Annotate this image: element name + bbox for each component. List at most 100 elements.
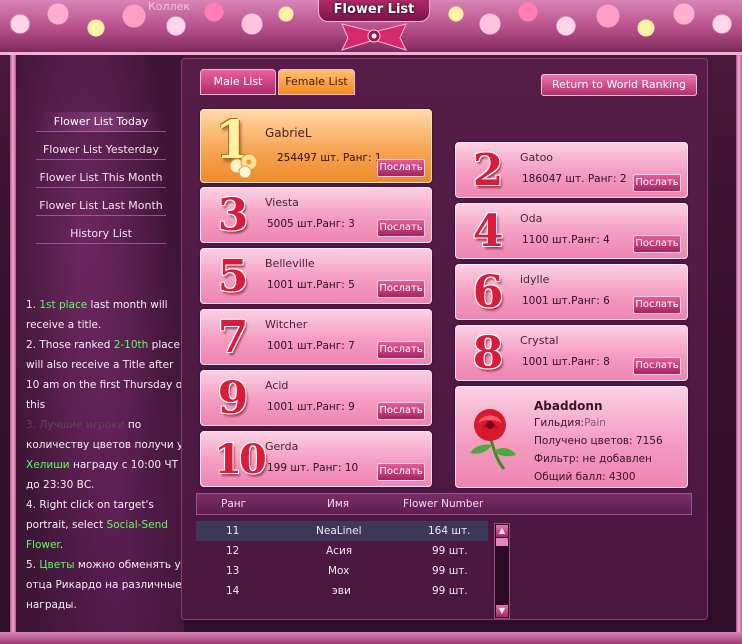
rank-4-count: 1100 шт.Ранг: 4: [522, 234, 610, 246]
player-guild: Гильдия:Pain: [534, 417, 606, 429]
bottom-frame: [0, 632, 742, 644]
rank-card-4[interactable]: 4 Oda 1100 шт.Ранг: 4 Послать: [455, 203, 688, 259]
rank-10-name: Gerda: [265, 440, 299, 453]
player-info-card: Abaddonn Гильдия:Pain Получено цветов: 7…: [455, 386, 688, 488]
rank-8-count-value: 1001 шт.: [522, 356, 572, 368]
rule-2: 2. Those ranked 2-10th place will also r…: [26, 335, 186, 415]
rank-4-count-value: 1100 шт.: [522, 234, 572, 246]
send-flower-button-4[interactable]: Послать: [633, 235, 681, 253]
rank-card-3[interactable]: 3 Viesta 5005 шт.Ранг: 3 Послать: [200, 187, 432, 243]
rank-card-2[interactable]: 2 Gatoo 186047 шт. Ранг: 2 Послать: [455, 142, 688, 198]
rank-5-rank: Ранг: 5: [316, 279, 355, 291]
rank-4-name: Oda: [520, 212, 543, 225]
row-rank: 12: [226, 545, 240, 557]
rank-1-rank: Ранг: 1: [342, 152, 382, 164]
rule-1: 1. 1st place last month will receive a t…: [26, 295, 186, 335]
player-received: Получено цветов: 7156: [534, 435, 663, 447]
rank-1-name: GabrieL: [265, 126, 312, 140]
table-row[interactable]: 11 NeaLinel 164 шт.: [196, 521, 488, 541]
rank-8-name: Crystal: [520, 334, 559, 347]
rule-3-highlight[interactable]: Хелиши: [26, 459, 70, 471]
scroll-thumb[interactable]: [496, 538, 508, 546]
rank-10-rank: Ранг: 10: [312, 462, 359, 474]
rule-3-ghost: 3. Лучшие игроки: [26, 419, 125, 431]
rank-2-rank: Ранг: 2: [587, 173, 627, 185]
rank-number-6: 6: [472, 267, 504, 318]
row-count: 99 шт.: [432, 545, 468, 557]
rank-7-count-value: 1001 шт.: [267, 340, 317, 352]
nav-history-list[interactable]: History List: [36, 224, 166, 244]
ranking-table-body: 11 NeaLinel 164 шт. 12 Асия 99 шт. 13 Mo…: [196, 521, 492, 617]
rank-1-count: 254497 шт. Ранг: 1: [277, 152, 382, 164]
rank-card-6[interactable]: 6 idylle 1001 шт.Ранг: 6 Послать: [455, 264, 688, 320]
table-row[interactable]: 14 эви 99 шт.: [196, 581, 488, 601]
rank-3-count: 5005 шт.Ранг: 3: [267, 218, 355, 230]
send-flower-button-9[interactable]: Послать: [377, 402, 425, 420]
column-rank: Ранг: [221, 498, 247, 510]
nav-flower-list-yesterday[interactable]: Flower List Yesterday: [36, 140, 166, 160]
send-flower-button-1[interactable]: Послать: [377, 159, 425, 177]
nav-flower-list-this-month[interactable]: Flower List This Month: [36, 168, 166, 188]
row-name: Mox: [328, 565, 350, 577]
rule-2-highlight: 2-10th: [113, 339, 149, 351]
rule-5-highlight: Цветы: [39, 559, 75, 571]
send-flower-button-6[interactable]: Послать: [633, 296, 681, 314]
rank-card-5[interactable]: 5 Belleville 1001 шт.Ранг: 5 Послать: [200, 248, 432, 304]
rank-9-count-value: 1001 шт.: [267, 401, 317, 413]
rank-3-name: Viesta: [265, 196, 299, 209]
rank-card-7[interactable]: 7 Witcher 1001 шт.Ранг: 7 Послать: [200, 309, 432, 365]
send-flower-button-3[interactable]: Послать: [377, 219, 425, 237]
rule-1-highlight: 1st place: [39, 299, 88, 311]
rank-6-count-value: 1001 шт.: [522, 295, 572, 307]
rose-icon: [470, 409, 516, 470]
nav-flower-list-last-month[interactable]: Flower List Last Month: [36, 196, 166, 216]
row-name: NeaLinel: [316, 525, 362, 537]
rules-text: 1. 1st place last month will receive a t…: [26, 295, 186, 615]
row-rank: 13: [226, 565, 240, 577]
row-count: 99 шт.: [432, 585, 468, 597]
ribbon-bow-icon: [341, 23, 407, 51]
player-guild-label: Гильдия:: [534, 417, 585, 429]
column-name: Имя: [327, 498, 350, 510]
rank-8-rank: Ранг: 8: [571, 356, 610, 368]
rank-card-10[interactable]: 10 Gerda 199 шт. Ранг: 10 Послать: [200, 431, 432, 487]
rank-card-8[interactable]: 8 Crystal 1001 шт.Ранг: 8 Послать: [455, 325, 688, 381]
player-score: Общий балл: 4300: [534, 471, 636, 483]
rank-4-rank: Ранг: 4: [571, 234, 610, 246]
nav-flower-list-today[interactable]: Flower List Today: [36, 112, 166, 132]
rank-7-rank: Ранг: 7: [316, 340, 355, 352]
return-to-world-ranking-button[interactable]: Return to World Ranking: [541, 74, 697, 96]
scroll-up-icon[interactable]: ▲: [496, 525, 508, 537]
row-name: Асия: [326, 545, 353, 557]
tab-male-list[interactable]: Male List: [200, 69, 276, 95]
rank-7-name: Witcher: [265, 318, 308, 331]
table-scrollbar[interactable]: ▲ ▼: [494, 523, 510, 619]
rank-card-9[interactable]: 9 Acid 1001 шт.Ранг: 9 Послать: [200, 370, 432, 426]
rank-8-count: 1001 шт.Ранг: 8: [522, 356, 610, 368]
send-flower-button-8[interactable]: Послать: [633, 357, 681, 375]
rank-number-10: 10: [214, 436, 267, 483]
rank-9-name: Acid: [265, 379, 289, 392]
send-flower-button-10[interactable]: Послать: [377, 463, 425, 481]
rule-4-rest: .: [59, 539, 64, 551]
rule-2-prefix: 2. Those ranked: [26, 339, 114, 351]
send-flower-button-5[interactable]: Послать: [377, 280, 425, 298]
flower-bouquet-icon: [229, 153, 258, 179]
rank-1-count-value: 254497 шт.: [277, 152, 340, 164]
tab-female-list[interactable]: Female List: [278, 69, 355, 95]
table-row[interactable]: 12 Асия 99 шт.: [196, 541, 488, 561]
rank-6-name: idylle: [520, 273, 550, 286]
table-row[interactable]: 13 Mox 99 шт.: [196, 561, 488, 581]
player-guild-ghost: Pain: [584, 417, 606, 429]
scroll-down-icon[interactable]: ▼: [496, 605, 508, 617]
send-flower-button-2[interactable]: Послать: [633, 174, 681, 192]
faded-background-text: Коллек: [148, 0, 191, 13]
rank-number-4: 4: [472, 206, 504, 257]
row-rank: 11: [226, 525, 240, 537]
rank-number-7: 7: [217, 312, 249, 363]
send-flower-button-7[interactable]: Послать: [377, 341, 425, 359]
rule-1-prefix: 1.: [26, 299, 40, 311]
rank-card-1[interactable]: 1 GabrieL 254497 шт. Ранг: 1 Послать: [200, 109, 432, 183]
rank-3-rank: Ранг: 3: [316, 218, 355, 230]
row-rank: 14: [226, 585, 240, 597]
